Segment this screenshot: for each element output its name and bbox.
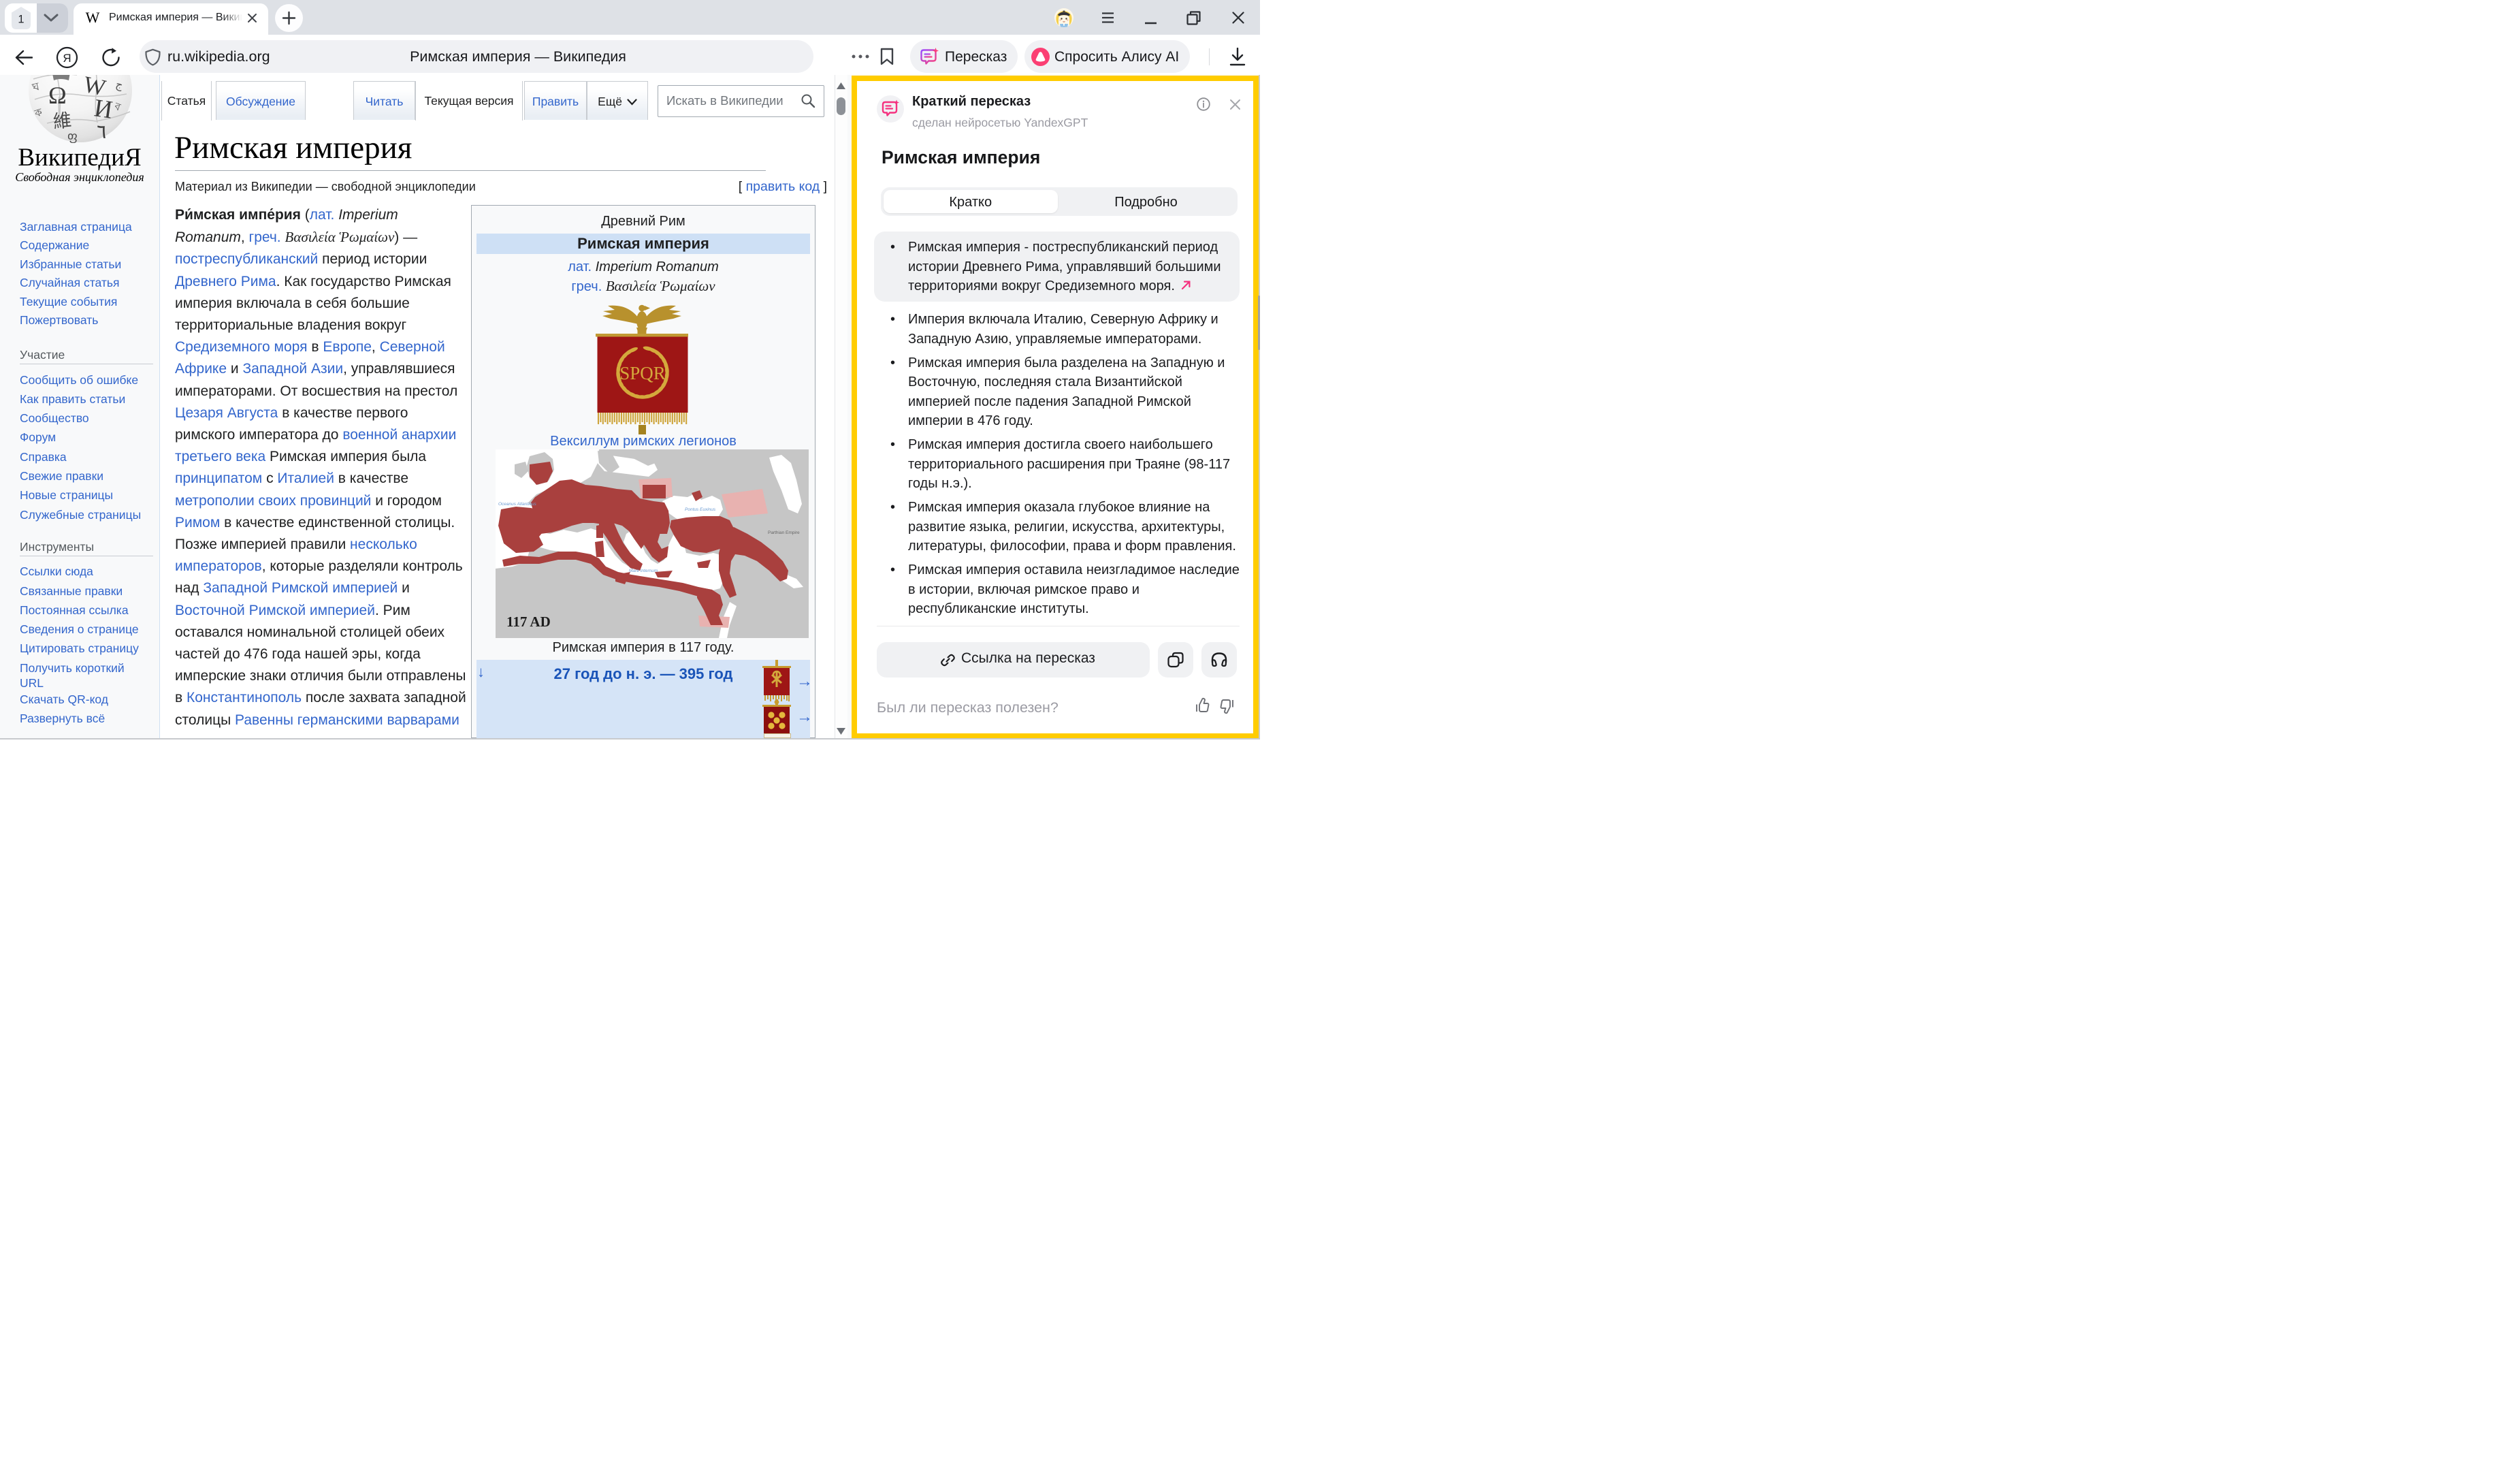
svg-text:1: 1 <box>18 14 24 26</box>
svg-text:٦: ٦ <box>96 121 108 143</box>
svg-text:ფ: ფ <box>67 129 78 143</box>
svg-text:117 AD: 117 AD <box>506 614 551 630</box>
svg-text:Я: Я <box>63 52 71 65</box>
svg-text:Oceanus Atlanticus: Oceanus Atlanticus <box>498 502 537 507</box>
svg-text:Mare Internum: Mare Internum <box>629 569 658 573</box>
svg-text:И: И <box>93 94 114 124</box>
svg-text:Parthian Empire: Parthian Empire <box>768 530 800 535</box>
svg-text:Pontus Euxinus: Pontus Euxinus <box>685 507 716 512</box>
svg-text:Ω: Ω <box>48 82 67 109</box>
svg-text:SPQR: SPQR <box>619 363 666 383</box>
